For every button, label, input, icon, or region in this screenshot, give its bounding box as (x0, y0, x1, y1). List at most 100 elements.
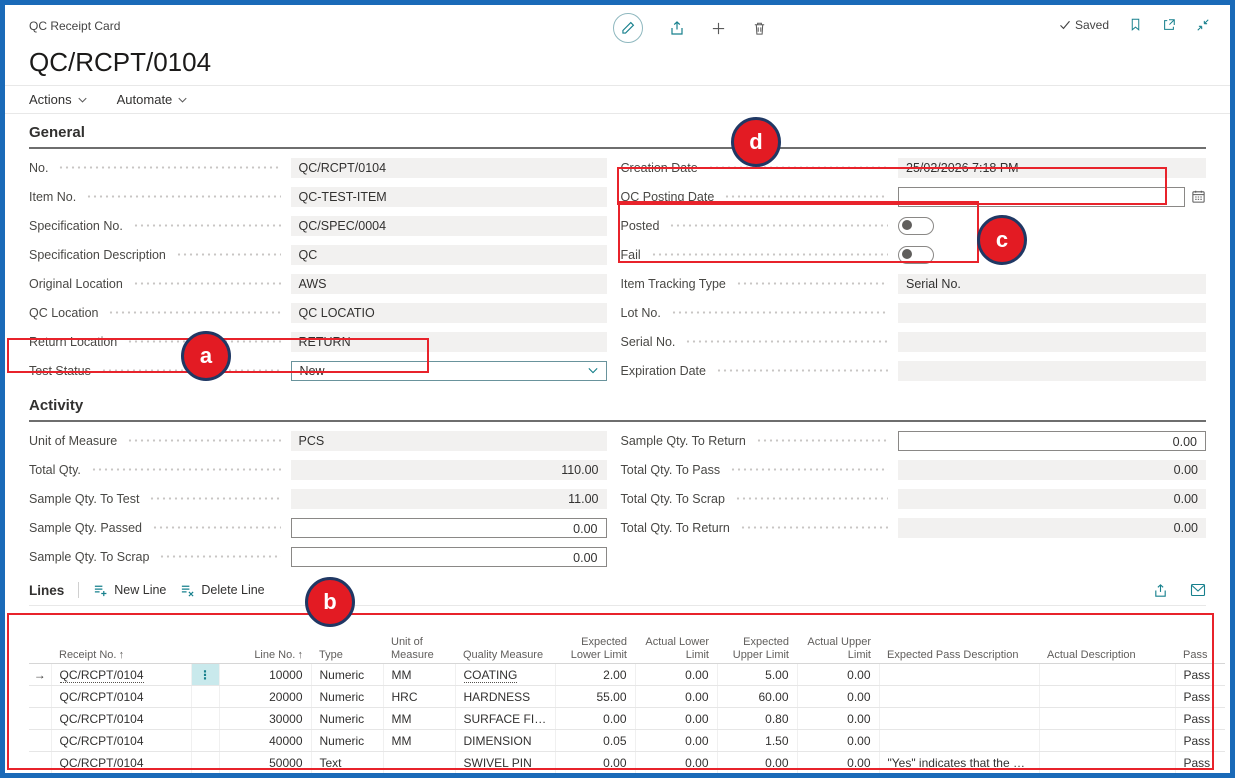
cell-actual-description[interactable] (1039, 730, 1175, 752)
share-icon[interactable] (669, 20, 685, 36)
cell-quality-measure[interactable]: HARDNESS (455, 686, 555, 708)
cell-actual-upper-limit[interactable]: 0.00 (797, 708, 879, 730)
cell-expected-upper-limit[interactable]: 0.00 (717, 752, 797, 774)
cell-pass[interactable]: Pass (1175, 752, 1225, 774)
cell-line-no[interactable]: 10000 (219, 664, 311, 686)
input-sample-qty-to-scrap[interactable]: 0.00 (291, 547, 607, 567)
cell-expected-pass-description[interactable] (879, 730, 1039, 752)
cell-expected-lower-limit[interactable]: 55.00 (555, 686, 635, 708)
cell-quality-measure[interactable]: COATING (455, 664, 555, 686)
cell-expected-pass-description[interactable]: "Yes" indicates that the pin achieve... (879, 752, 1039, 774)
cell-expected-pass-description[interactable] (879, 686, 1039, 708)
cell-type[interactable]: Numeric (311, 664, 383, 686)
cell-line-no[interactable]: 50000 (219, 752, 311, 774)
actions-menu[interactable]: Actions (29, 92, 87, 107)
mail-icon[interactable] (1190, 583, 1206, 597)
cell-receipt-no[interactable]: QC/RCPT/0104 (51, 664, 191, 686)
edit-pencil-icon[interactable] (613, 13, 643, 43)
cell-quality-measure[interactable]: SWIVEL PIN (455, 752, 555, 774)
cell-actual-lower-limit[interactable]: 0.00 (635, 752, 717, 774)
combobox-test-status[interactable]: New (291, 361, 607, 381)
collapse-page-icon[interactable] (1196, 18, 1210, 32)
column-header-type[interactable]: Type (311, 634, 383, 664)
cell-expected-lower-limit[interactable]: 0.00 (555, 708, 635, 730)
cell-unit-of-measure[interactable]: MM (383, 730, 455, 752)
new-line-button[interactable]: New Line (93, 583, 166, 598)
column-header-expected-pass-description[interactable]: Expected Pass Description (879, 634, 1039, 664)
cell-pass[interactable] (1175, 774, 1225, 778)
column-header-expected-upper-limit[interactable]: Expected Upper Limit (717, 634, 797, 664)
cell-line-no[interactable] (219, 774, 311, 778)
row-options-cell[interactable]: ⋮ (191, 664, 219, 686)
cell-actual-upper-limit[interactable] (797, 774, 879, 778)
chevron-down-icon[interactable] (588, 367, 598, 374)
cell-receipt-no[interactable]: QC/RCPT/0104 (51, 686, 191, 708)
calendar-icon[interactable] (1191, 189, 1206, 204)
delete-trash-icon[interactable] (752, 21, 767, 36)
cell-line-no[interactable]: 30000 (219, 708, 311, 730)
column-header-unit-of-measure[interactable]: Unit of Measure (383, 634, 455, 664)
cell-type[interactable]: Numeric (311, 730, 383, 752)
cell-expected-upper-limit[interactable]: 60.00 (717, 686, 797, 708)
cell-actual-upper-limit[interactable]: 0.00 (797, 686, 879, 708)
cell-actual-lower-limit[interactable]: 0.00 (635, 664, 717, 686)
cell-pass[interactable]: Pass (1175, 664, 1225, 686)
cell-pass[interactable]: Pass (1175, 730, 1225, 752)
cell-actual-description[interactable] (1039, 752, 1175, 774)
column-header-expected-lower-limit[interactable]: Expected Lower Limit (555, 634, 635, 664)
cell-expected-lower-limit[interactable] (555, 774, 635, 778)
cell-actual-lower-limit[interactable]: 0.00 (635, 686, 717, 708)
column-header-pass[interactable]: Pass (1175, 634, 1225, 664)
cell-actual-description[interactable] (1039, 774, 1175, 778)
cell-expected-pass-description[interactable] (879, 708, 1039, 730)
cell-receipt-no[interactable]: QC/RCPT/0104 (51, 708, 191, 730)
cell-actual-upper-limit[interactable]: 0.00 (797, 752, 879, 774)
delete-line-button[interactable]: Delete Line (180, 583, 264, 598)
cell-unit-of-measure[interactable]: MM (383, 708, 455, 730)
cell-actual-lower-limit[interactable] (635, 774, 717, 778)
cell-actual-upper-limit[interactable]: 0.00 (797, 664, 879, 686)
bookmark-icon[interactable] (1129, 17, 1142, 32)
cell-expected-lower-limit[interactable]: 0.05 (555, 730, 635, 752)
share-icon[interactable] (1153, 583, 1168, 598)
cell-actual-description[interactable] (1039, 708, 1175, 730)
cell-actual-upper-limit[interactable]: 0.00 (797, 730, 879, 752)
cell-expected-pass-description[interactable] (879, 664, 1039, 686)
cell-type[interactable]: Numeric (311, 708, 383, 730)
cell-quality-measure[interactable]: SURFACE FINISH (455, 708, 555, 730)
cell-receipt-no[interactable] (51, 774, 191, 778)
cell-actual-description[interactable] (1039, 686, 1175, 708)
cell-expected-upper-limit[interactable]: 5.00 (717, 664, 797, 686)
receipt-link[interactable]: QC/RCPT/0104 (60, 668, 144, 683)
toggle-fail[interactable] (898, 246, 934, 264)
cell-type[interactable] (311, 774, 383, 778)
cell-actual-lower-limit[interactable]: 0.00 (635, 730, 717, 752)
input-sample-qty-passed[interactable]: 0.00 (291, 518, 607, 538)
cell-unit-of-measure[interactable]: HRC (383, 686, 455, 708)
automate-menu[interactable]: Automate (117, 92, 188, 107)
cell-type[interactable]: Text (311, 752, 383, 774)
cell-pass[interactable]: Pass (1175, 686, 1225, 708)
toggle-posted[interactable] (898, 217, 934, 235)
cell-unit-of-measure[interactable] (383, 774, 455, 778)
cell-actual-description[interactable] (1039, 664, 1175, 686)
date-input-qc-posting-date[interactable] (898, 187, 1185, 207)
column-header-actual-upper-limit[interactable]: Actual Upper Limit (797, 634, 879, 664)
cell-unit-of-measure[interactable]: MM (383, 664, 455, 686)
cell-expected-pass-description[interactable] (879, 774, 1039, 778)
cell-actual-lower-limit[interactable]: 0.00 (635, 708, 717, 730)
cell-receipt-no[interactable]: QC/RCPT/0104 (51, 730, 191, 752)
column-header-actual-description[interactable]: Actual Description (1039, 634, 1175, 664)
add-new-icon[interactable] (711, 21, 726, 36)
cell-pass[interactable]: Pass (1175, 708, 1225, 730)
cell-line-no[interactable]: 20000 (219, 686, 311, 708)
cell-quality-measure[interactable] (455, 774, 555, 778)
cell-expected-upper-limit[interactable]: 0.80 (717, 708, 797, 730)
cell-line-no[interactable]: 40000 (219, 730, 311, 752)
cell-expected-lower-limit[interactable]: 2.00 (555, 664, 635, 686)
cell-expected-lower-limit[interactable]: 0.00 (555, 752, 635, 774)
cell-type[interactable]: Numeric (311, 686, 383, 708)
column-header-actual-lower-limit[interactable]: Actual Lower Limit (635, 634, 717, 664)
open-in-new-window-icon[interactable] (1162, 18, 1176, 32)
input-sample-qty-to-return[interactable]: 0.00 (898, 431, 1206, 451)
